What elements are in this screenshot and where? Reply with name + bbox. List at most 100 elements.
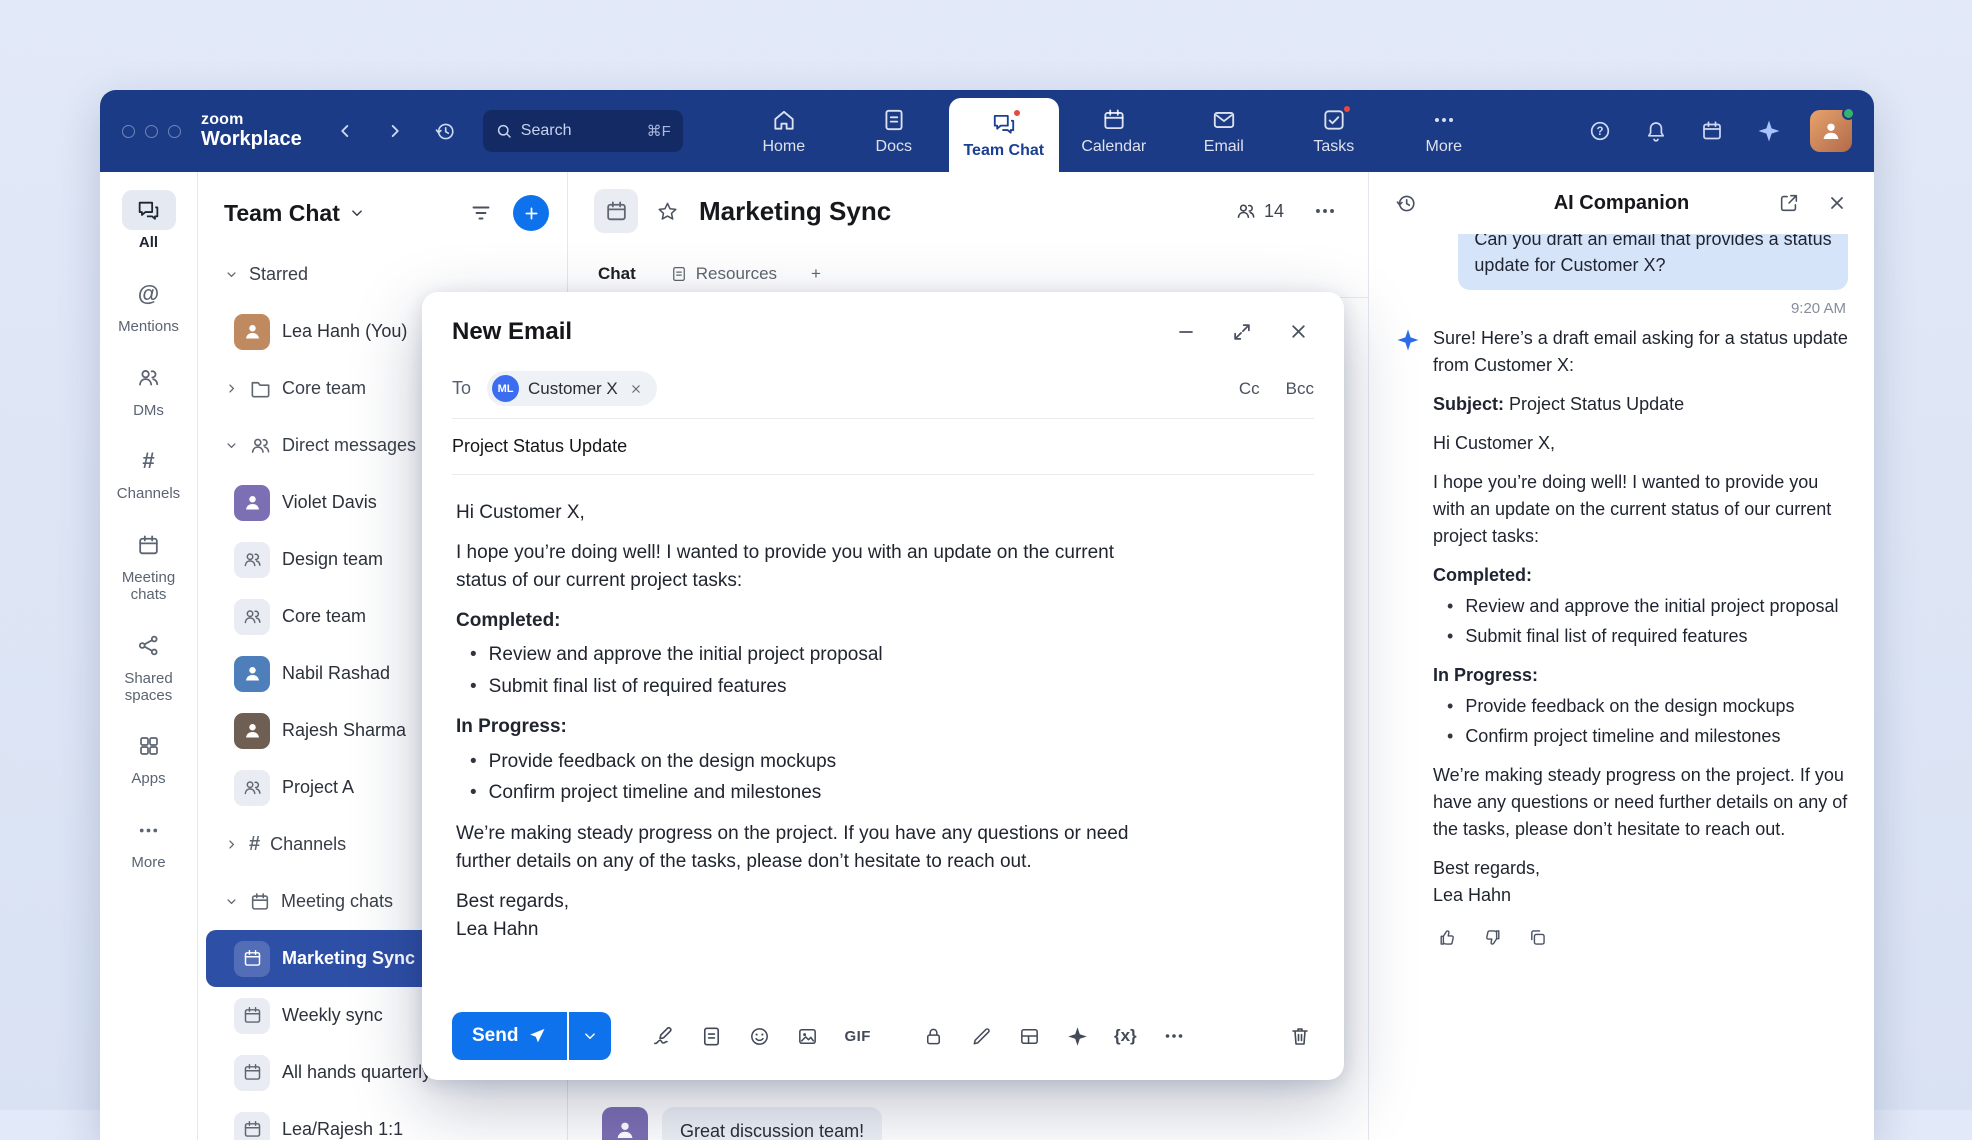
team-chat-icon: [991, 111, 1017, 137]
chat-name: Lea Hanh (You): [282, 321, 407, 342]
forward-button[interactable]: [380, 116, 410, 146]
rail-item-channels[interactable]: # Channels: [103, 441, 195, 503]
tab-label: Chat: [598, 264, 636, 284]
expand-button[interactable]: [1227, 316, 1257, 347]
ellipsis-icon: [1312, 198, 1338, 224]
star-channel-button[interactable]: [652, 196, 683, 227]
more-icon: [122, 810, 176, 850]
close-button[interactable]: [1283, 316, 1314, 347]
search-input[interactable]: Search ⌘F: [483, 110, 683, 152]
remove-recipient-button[interactable]: [627, 380, 645, 398]
ai-companion-button[interactable]: [1752, 114, 1786, 148]
chat-name: Nabil Rashad: [282, 663, 390, 684]
rail-label: Channels: [117, 486, 180, 503]
send-button[interactable]: Send: [452, 1012, 567, 1060]
calendar-icon: [242, 1062, 263, 1083]
ai-close-button[interactable]: [1822, 188, 1852, 218]
edit-button[interactable]: [968, 1023, 995, 1050]
history-button[interactable]: [430, 116, 461, 147]
discard-draft-button[interactable]: [1286, 1022, 1314, 1050]
template-button[interactable]: [1016, 1023, 1043, 1050]
avatar: [234, 314, 270, 350]
ai-signoff: Best regards,: [1433, 855, 1848, 882]
rail-label: More: [131, 855, 165, 872]
variables-button[interactable]: {x}: [1112, 1024, 1139, 1048]
back-button[interactable]: [330, 116, 360, 146]
thumbs-up-icon: [1437, 927, 1458, 948]
tab-tasks[interactable]: Tasks: [1279, 90, 1389, 172]
rail-item-dms[interactable]: DMs: [103, 358, 195, 420]
pencil-icon: [970, 1025, 993, 1048]
filter-button[interactable]: [465, 197, 497, 229]
signature-icon: [651, 1024, 675, 1048]
to-label: To: [452, 378, 471, 399]
chat-name: Design team: [282, 549, 383, 570]
thumbs-down-button[interactable]: [1478, 923, 1507, 952]
pop-out-button[interactable]: [1774, 188, 1804, 218]
modal-header: New Email: [422, 292, 1344, 359]
person-icon: [613, 1118, 637, 1140]
window-close-dot[interactable]: [122, 125, 135, 138]
rail-item-more[interactable]: More: [103, 810, 195, 872]
tab-calendar[interactable]: Calendar: [1059, 90, 1169, 172]
rail-item-all[interactable]: All: [103, 190, 195, 252]
channel-more-button[interactable]: [1308, 194, 1342, 228]
notifications-button[interactable]: [1640, 115, 1672, 147]
message-avatar[interactable]: [602, 1107, 648, 1140]
emoji-button[interactable]: [746, 1023, 773, 1050]
rail-item-shared-spaces[interactable]: Shared spaces: [103, 626, 195, 705]
window-minimize-dot[interactable]: [145, 125, 158, 138]
help-button[interactable]: [1584, 115, 1616, 147]
encryption-button[interactable]: [920, 1023, 947, 1050]
new-email-modal: New Email To ML Customer X Cc Bcc Projec…: [422, 292, 1344, 1080]
tab-more[interactable]: More: [1389, 90, 1499, 172]
tab-label: Docs: [876, 138, 912, 156]
more-tools-button[interactable]: [1160, 1022, 1188, 1050]
copy-button[interactable]: [1523, 923, 1552, 952]
insert-image-button[interactable]: [794, 1023, 821, 1050]
rail-item-meeting-chats[interactable]: Meeting chats: [103, 525, 195, 604]
tab-docs[interactable]: Docs: [839, 90, 949, 172]
recipient-chip[interactable]: ML Customer X: [487, 371, 657, 406]
in-progress-heading: In Progress:: [1433, 662, 1848, 689]
bcc-button[interactable]: Bcc: [1286, 379, 1314, 399]
user-avatar[interactable]: [1810, 110, 1852, 152]
rail-item-apps[interactable]: Apps: [103, 726, 195, 788]
add-tab-button[interactable]: +: [811, 264, 821, 284]
tab-home[interactable]: Home: [729, 90, 839, 172]
rail-item-mentions[interactable]: @ Mentions: [103, 274, 195, 336]
subject-field[interactable]: Project Status Update: [422, 419, 1344, 474]
ellipsis-icon: [1162, 1024, 1186, 1048]
list-item-lea-rajesh-1-1[interactable]: Lea/Rajesh 1:1: [206, 1101, 559, 1140]
home-icon: [771, 107, 797, 133]
upcoming-meetings-button[interactable]: [1696, 115, 1728, 147]
window-zoom-dot[interactable]: [168, 125, 181, 138]
minimize-button[interactable]: [1171, 316, 1201, 347]
send-options-button[interactable]: [569, 1012, 611, 1060]
tab-resources[interactable]: Resources: [670, 264, 777, 284]
timestamp: 9:20 AM: [1397, 300, 1846, 317]
list-item-text: Provide feedback on the design mockups: [1465, 693, 1794, 720]
ai-compose-button[interactable]: [1064, 1023, 1091, 1050]
chevron-down-icon: [224, 267, 239, 282]
calendar-icon: [242, 1005, 263, 1026]
attach-file-button[interactable]: [698, 1023, 725, 1050]
sparkle-icon: [1066, 1025, 1089, 1048]
chevron-down-icon[interactable]: [348, 204, 366, 222]
gif-button[interactable]: GIF: [842, 1026, 873, 1047]
tab-team-chat[interactable]: Team Chat: [949, 98, 1059, 172]
tab-chat[interactable]: Chat: [598, 264, 636, 284]
tab-label: Calendar: [1081, 138, 1146, 156]
calendar-icon: [242, 1119, 263, 1140]
tab-email[interactable]: Email: [1169, 90, 1279, 172]
ai-history-button[interactable]: [1391, 188, 1422, 219]
in-progress-list: Provide feedback on the design mockups C…: [456, 748, 1156, 808]
thumbs-up-button[interactable]: [1433, 923, 1462, 952]
email-body-editor[interactable]: Hi Customer X, I hope you’re doing well!…: [422, 475, 1344, 956]
calendar-icon: [604, 199, 629, 224]
members-button[interactable]: 14: [1235, 200, 1284, 222]
ai-intro: Sure! Here’s a draft email asking for a …: [1433, 325, 1848, 379]
signature-button[interactable]: [649, 1022, 677, 1050]
cc-button[interactable]: Cc: [1239, 379, 1260, 399]
new-chat-button[interactable]: [513, 195, 549, 231]
